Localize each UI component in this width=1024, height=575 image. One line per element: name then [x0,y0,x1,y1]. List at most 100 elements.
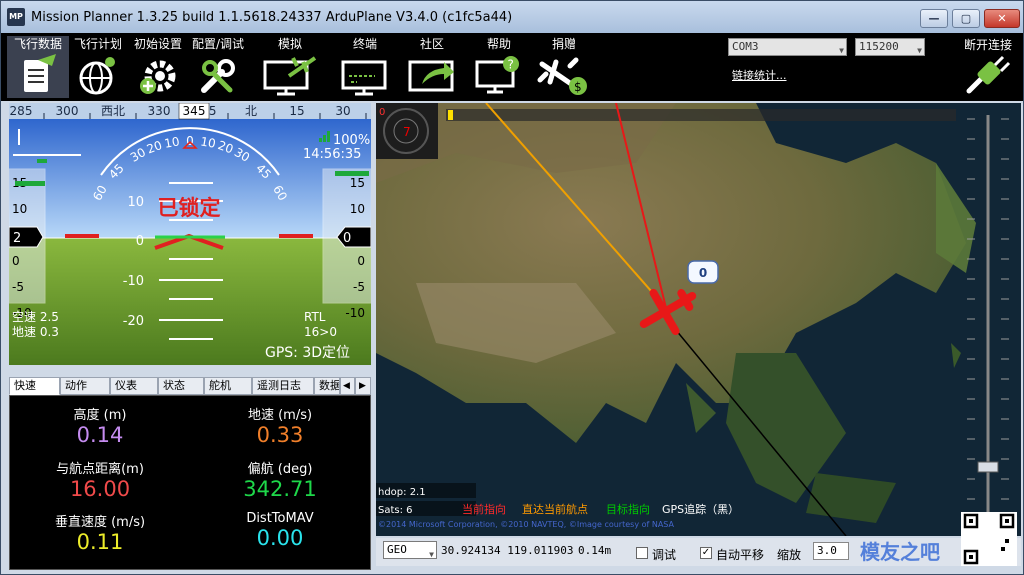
toolbar-config-tuning[interactable]: 配置/调试 [187,36,249,98]
toolbar-flight-data[interactable]: 飞行数据 [7,36,69,98]
quick-cell-wp-distance[interactable]: 与航点距离(m) 16.00 [10,458,190,501]
waypoint-label: 0 [699,266,707,280]
hud-time: 14:56:35 [303,147,361,162]
satellite-map[interactable]: 7 0 0 hdop: 2.1 Sats: 6 当前指向 直达当前航点 目标指向… [376,103,1021,536]
quick-cell-groundspeed[interactable]: 地速 (m/s) 0.33 [190,404,370,447]
toolbar-flight-plan[interactable]: 飞行计划 [67,36,129,98]
window-title: Mission Planner 1.3.25 build 1.1.5618.24… [31,10,513,25]
toolbar-label: 配置/调试 [191,37,245,51]
heading-tick-label: 15 [289,104,304,118]
speed-green-bar [15,181,45,186]
quick-label: DistToMAV [246,511,314,526]
gps-status: GPS: 3D定位 [265,345,350,361]
chevron-down-icon: ▼ [917,46,922,55]
app-window: MP Mission Planner 1.3.25 build 1.1.5618… [0,0,1024,575]
heading-tick-label: 300 [56,104,79,118]
toolbar-label: 帮助 [486,37,511,51]
coord-format-value: GEO [387,543,407,556]
alt-green-bar [335,171,369,176]
toolbar-help[interactable]: 帮助 ? [468,36,530,98]
share-icon [408,60,454,92]
tape-label: -5 [12,280,24,294]
zoom-label: 缩放 [777,548,802,562]
gear-add-icon [140,60,176,94]
minimize-button[interactable]: — [920,9,948,28]
tab-scroll-right-button[interactable]: ▶ [355,377,371,395]
tab-quick[interactable]: 快速 [9,377,60,395]
toolbar-simulation[interactable]: 模拟 [259,36,321,98]
qr-code-icon [961,512,1017,566]
close-button[interactable]: ✕ [984,9,1020,28]
tab-scroll-left-button[interactable]: ◀ [340,377,355,395]
altitude-value: 0 [343,231,351,246]
tape-label: 15 [350,176,365,190]
pitch-tick-label: 10 [127,195,144,210]
tape-label: -5 [353,280,365,294]
map-info-bar [446,109,956,121]
tab-gauges[interactable]: 仪表 [110,377,158,395]
toolbar-community[interactable]: 社区 [401,36,463,98]
quick-value: 0.11 [76,530,124,554]
pitch-tick-label: -10 [123,274,144,289]
toolbar-label: 飞行数据 [13,37,62,51]
toolbar-donate[interactable]: 捐赠 $ [533,36,595,98]
roll-tick-label: 10 [163,134,180,150]
quick-label: 与航点距离(m) [56,462,144,477]
quick-value: 0.14 [76,423,124,447]
tab-servo[interactable]: 舵机 [204,377,252,395]
quick-value: 16.00 [69,477,131,501]
toolbar-initial-setup[interactable]: 初始设置 [127,36,189,98]
quick-cell-altitude[interactable]: 高度 (m) 0.14 [10,404,190,447]
heading-tick-label: 30 [335,104,350,118]
quick-value: 0.00 [256,526,304,550]
quick-label: 高度 (m) [73,408,127,423]
tab-telemetry-logs[interactable]: 遥测日志 [252,377,314,395]
zoom-slider-thumb[interactable] [977,461,999,473]
watermark-logo: 模友之吧 [860,540,940,564]
debug-checkbox[interactable] [636,547,648,559]
pitch-tick-label: 0 [136,234,144,249]
sats-text: Sats: 6 [378,505,413,516]
airspeed-text: 空速 2.5 [12,310,59,324]
app-icon: MP [7,8,25,26]
tab-status[interactable]: 状态 [158,377,204,395]
com-port-select[interactable]: COM3 ▼ [728,38,847,56]
tape-label: 10 [12,202,27,216]
quick-cell-dist-to-mav[interactable]: DistToMAV 0.00 [190,511,370,550]
coordinate-format-select[interactable]: GEO ▼ [383,541,437,559]
baud-rate-select[interactable]: 115200 ▼ [855,38,925,56]
heading-tick-label: 330 [148,104,171,118]
baud-rate-value: 115200 [859,40,899,53]
heading-tick-label: 北 [245,104,257,118]
heading-tick-label: 285 [10,104,33,118]
title-bar: MP Mission Planner 1.3.25 build 1.1.5618… [1,1,1023,33]
zoom-slider[interactable] [959,111,1017,531]
debug-label: 调试 [652,548,677,562]
tab-actions[interactable]: 动作 [60,377,110,395]
toolbar-label: 模拟 [277,37,302,51]
map-view[interactable]: 7 0 0 hdop: 2.1 Sats: 6 当前指向 直达当前航点 目标指向… [376,103,1021,536]
monitor-plane-icon [263,56,317,96]
link-stats-link[interactable]: 链接统计... [732,67,787,83]
quick-cell-yaw[interactable]: 偏航 (deg) 342.71 [190,458,370,501]
wrench-icon [201,59,235,93]
pitch-tick-label: -20 [123,314,144,329]
toolbar-label: 终端 [352,37,377,51]
maximize-button[interactable]: ▢ [952,9,980,28]
disconnect-button[interactable]: 断开连接 [958,36,1018,98]
quick-cell-vertical-speed[interactable]: 垂直速度 (m/s) 0.11 [10,511,190,554]
toolbar-terminal[interactable]: 终端 [334,36,396,98]
quick-label: 垂直速度 (m/s) [54,515,146,530]
tab-data[interactable]: 数据 [314,377,340,395]
map-coordinates: 30.924134 119.011903 [441,544,574,557]
autopan-checkbox[interactable]: ✓ [700,547,712,559]
legend-gps-track: GPS追踪（黑） [662,502,739,516]
svg-text:$: $ [574,80,582,94]
plug-icon [966,55,1011,94]
legend-direct: 直达当前航点 [522,502,588,516]
tape-label: 10 [350,202,365,216]
terminal-icon [341,60,387,96]
toolbar-label: 捐赠 [551,37,576,51]
compass-value: 7 [403,125,411,139]
roll-tick-label: 10 [199,134,216,150]
